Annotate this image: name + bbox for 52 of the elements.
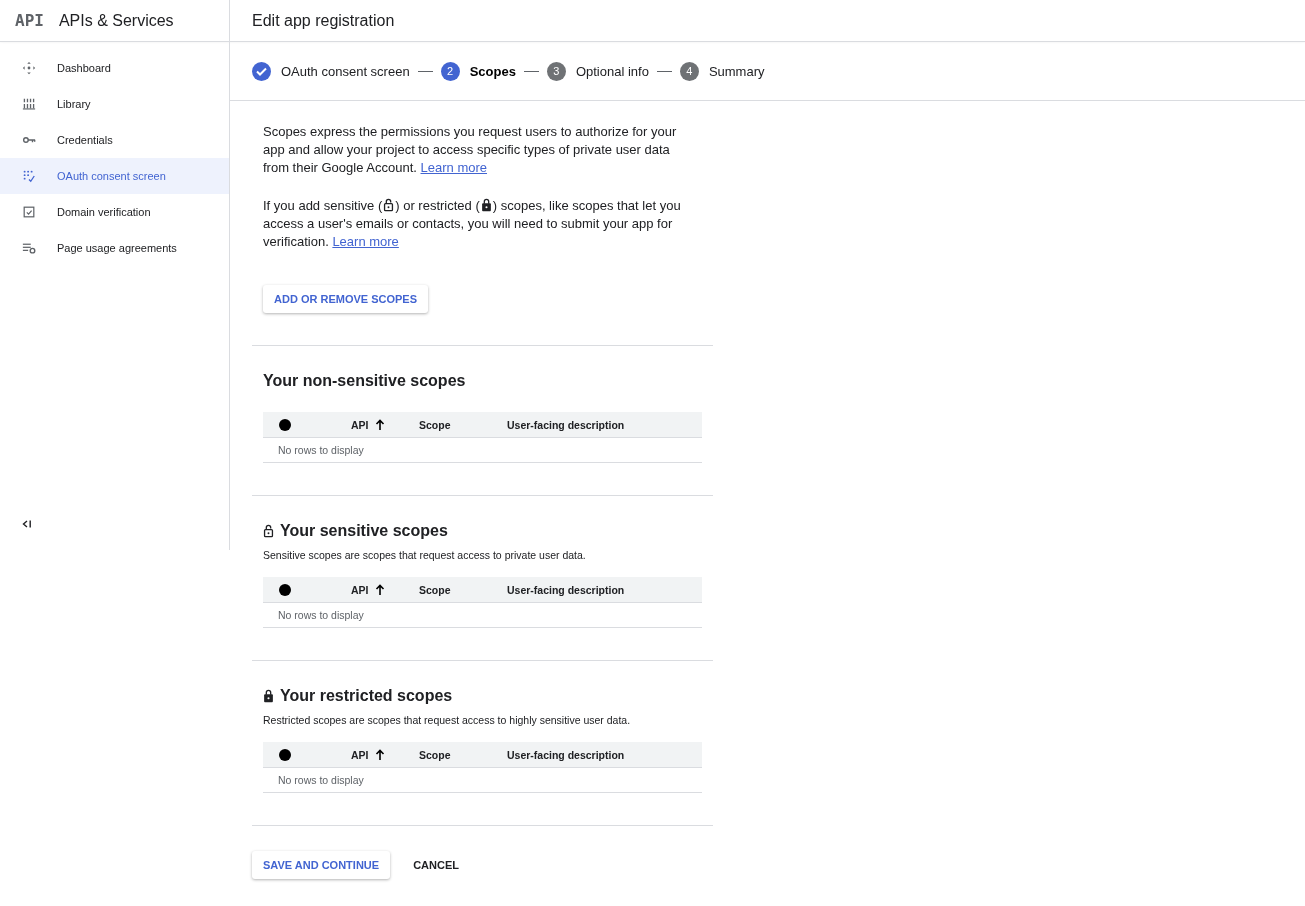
section-heading: Your restricted scopes xyxy=(263,687,713,705)
sidebar-item[interactable]: OAuth consent screen xyxy=(0,158,229,194)
unlocked-lock-icon xyxy=(383,198,395,212)
settings-list-icon xyxy=(22,241,36,255)
save-and-continue-button[interactable]: SAVE AND CONTINUE xyxy=(252,851,391,879)
empty-table-message: No rows to display xyxy=(263,768,702,793)
sort-arrow-icon xyxy=(374,748,385,761)
stepper-step[interactable]: 4 Summary xyxy=(679,61,765,81)
column-header[interactable]: API xyxy=(351,583,419,596)
sort-arrow-icon xyxy=(374,418,385,431)
empty-table-message: No rows to display xyxy=(263,438,702,463)
column-header[interactable]: User-facing description xyxy=(507,748,625,761)
column-header[interactable]: User-facing description xyxy=(507,583,625,596)
consent-icon xyxy=(22,169,36,183)
column-header[interactable]: Scope xyxy=(419,418,507,431)
section-heading: Your non-sensitive scopes xyxy=(263,372,467,390)
section-description: Sensitive scopes are scopes that request access to private user data. xyxy=(263,549,587,561)
dashboard-icon xyxy=(22,61,36,75)
column-header[interactable]: Scope xyxy=(419,583,507,596)
checkbox-icon xyxy=(22,205,36,219)
learn-more-link[interactable]: Learn more xyxy=(420,160,487,175)
column-header[interactable]: API xyxy=(351,748,419,761)
collapse-sidebar-icon[interactable] xyxy=(22,519,32,529)
column-header[interactable]: Scope xyxy=(419,748,507,761)
unlocked-lock-icon xyxy=(263,524,274,538)
sidebar-item[interactable]: Page usage agreements xyxy=(0,230,229,266)
sidebar-item[interactable]: Dashboard xyxy=(0,50,229,86)
sidebar-item[interactable]: Library xyxy=(0,86,229,122)
section-heading: Your sensitive scopes xyxy=(263,522,713,540)
app-title: APIs & Services xyxy=(58,11,174,30)
sidebar-item[interactable]: Credentials xyxy=(0,122,229,158)
select-all-dot-icon[interactable] xyxy=(279,418,291,431)
stepper-step[interactable]: OAuth consent screen xyxy=(252,61,410,81)
column-header[interactable]: User-facing description xyxy=(507,418,625,431)
library-icon xyxy=(22,97,36,111)
lock-icon xyxy=(263,689,274,703)
learn-more-link[interactable]: Learn more xyxy=(332,234,399,249)
section-description: Restricted scopes are scopes that request access to highly sensitive user data. xyxy=(263,714,632,726)
page-title: Edit app registration xyxy=(251,11,395,30)
empty-table-message: No rows to display xyxy=(263,603,702,628)
sidebar-item[interactable]: Domain verification xyxy=(0,194,229,230)
api-logo: API xyxy=(15,11,44,30)
info-paragraph: Scopes express the permissions you request users to authorize for your app and allow your project to access specific types of private user data from their Google Account. Learn more xyxy=(263,123,678,177)
column-header[interactable]: API xyxy=(351,418,419,431)
lock-icon xyxy=(480,198,492,212)
stepper-step[interactable]: 2 Scopes xyxy=(440,61,516,81)
select-all-dot-icon[interactable] xyxy=(279,748,291,761)
select-all-dot-icon[interactable] xyxy=(279,583,291,596)
stepper-step[interactable]: 3 Optional info xyxy=(546,61,649,81)
add-or-remove-scopes-button[interactable]: ADD OR REMOVE SCOPES xyxy=(263,285,429,313)
info-paragraph: If you add sensitive ( ) or restricted ( ) scopes, like scopes that let you access a user's emails or contacts, you will need to submit your app for verification. Learn more xyxy=(263,197,682,251)
sort-arrow-icon xyxy=(374,583,385,596)
